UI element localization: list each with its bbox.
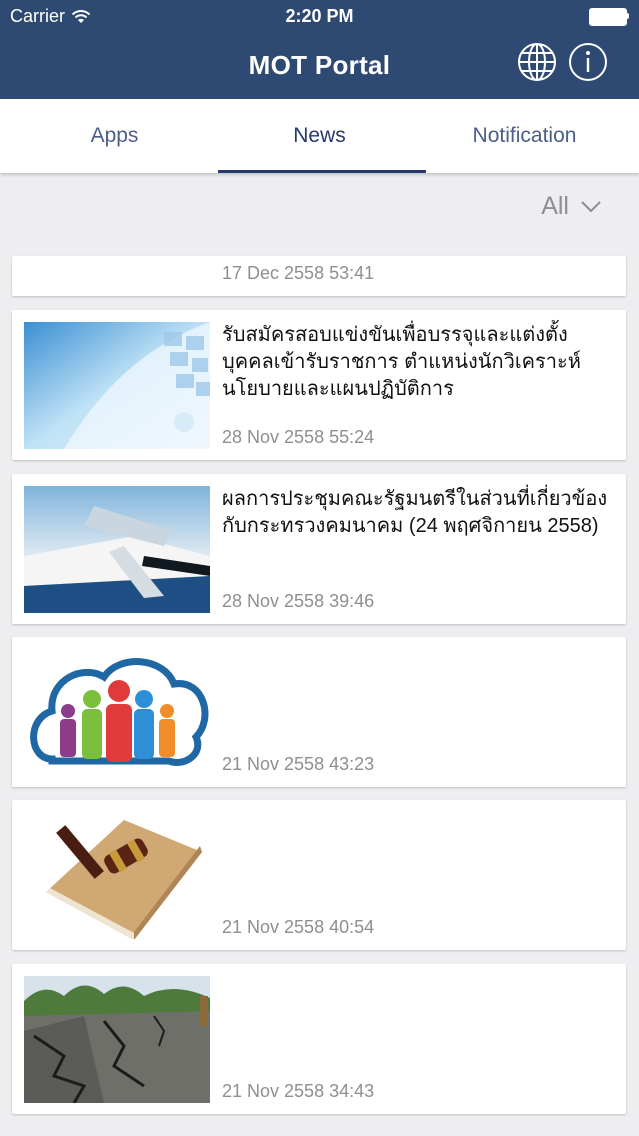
- info-icon[interactable]: [568, 42, 608, 82]
- news-item[interactable]: ผลการประชุมคณะรัฐมนตรีในส่วนที่เกี่ยวข้อ…: [12, 474, 626, 624]
- news-thumbnail: [24, 322, 210, 449]
- news-headline: ผลการประชุมคณะรัฐมนตรีในส่วนที่เกี่ยวข้อ…: [222, 488, 608, 537]
- news-date: 28 Nov 2558 55:24: [222, 427, 375, 447]
- news-thumbnail: [24, 486, 210, 613]
- news-item[interactable]: 21 Nov 2558 40:54: [12, 800, 626, 950]
- news-item[interactable]: 21 Nov 2558 34:43: [12, 964, 626, 1114]
- news-item[interactable]: รับสมัครสอบแข่งขันเพื่อบรรจุและแต่งตั้งบ…: [12, 310, 626, 460]
- news-thumbnail: [24, 812, 210, 939]
- news-date: 21 Nov 2558 34:43: [222, 1081, 375, 1101]
- status-bar: Carrier 2:20 PM: [0, 0, 639, 32]
- news-date: 28 Nov 2558 39:46: [222, 591, 375, 611]
- tab-apps[interactable]: Apps: [8, 99, 221, 173]
- tab-news[interactable]: News: [213, 99, 426, 173]
- globe-icon[interactable]: [517, 42, 557, 82]
- chevron-down-icon: [581, 200, 601, 212]
- news-date: 21 Nov 2558 43:23: [222, 754, 375, 774]
- news-item[interactable]: 21 Nov 2558 43:23: [12, 637, 626, 787]
- news-thumbnail: [24, 649, 210, 776]
- battery-icon: [589, 8, 629, 26]
- filter-dropdown[interactable]: All: [541, 192, 601, 221]
- clock: 2:20 PM: [285, 6, 354, 26]
- tab-notification[interactable]: Notification: [418, 99, 631, 173]
- filter-label: All: [541, 192, 569, 220]
- news-date: 17 Dec 2558 53:41: [222, 263, 375, 283]
- news-thumbnail: [24, 976, 210, 1103]
- tab-bar: Apps News Notification: [0, 99, 639, 173]
- navigation-header: Carrier 2:20 PM MOT Portal: [0, 0, 639, 99]
- news-item[interactable]: 17 Dec 2558 53:41: [12, 256, 626, 296]
- news-headline: รับสมัครสอบแข่งขันเพื่อบรรจุและแต่งตั้งบ…: [222, 324, 581, 400]
- news-date: 21 Nov 2558 40:54: [222, 917, 375, 937]
